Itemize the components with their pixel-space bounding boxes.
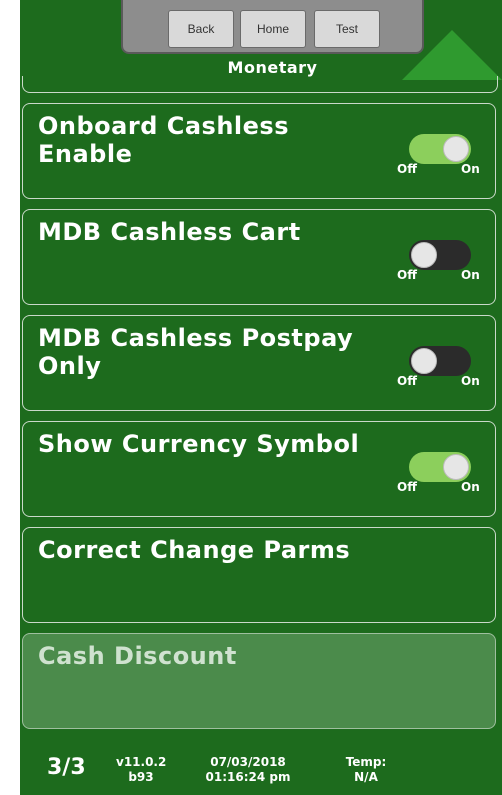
time-text: 01:16:24 pm	[205, 770, 291, 784]
toggle-knob	[443, 454, 469, 480]
toggle-on-label: On	[461, 162, 480, 176]
setting-label: MDB Cashless Cart	[38, 218, 301, 246]
toggle-off-label: Off	[397, 162, 417, 176]
toggle-off-label: Off	[397, 374, 417, 388]
setting-label: Onboard Cashless Enable	[38, 112, 289, 168]
setting-correct-change-parms[interactable]: Correct Change Parms	[22, 527, 496, 623]
previous-item-edge[interactable]	[22, 76, 498, 93]
toggle-switch[interactable]	[409, 346, 471, 376]
toggle-knob	[411, 348, 437, 374]
toggle-off-label: Off	[397, 268, 417, 282]
date-text: 07/03/2018	[210, 755, 286, 769]
toggle-knob	[443, 136, 469, 162]
status-footer: 3/3 v11.0.2 b93 07/03/2018 01:16:24 pm T…	[20, 735, 502, 795]
build-text: b93	[128, 770, 154, 784]
toggle-switch[interactable]	[409, 240, 471, 270]
toggle-switch[interactable]	[409, 452, 471, 482]
setting-label: Correct Change Parms	[38, 536, 351, 564]
setting-show-currency-symbol[interactable]: Show Currency Symbol Off On	[22, 421, 496, 517]
toggle-on-label: On	[461, 268, 480, 282]
setting-label: MDB Cashless Postpay Only	[38, 324, 354, 380]
setting-cash-discount[interactable]: Cash Discount	[22, 633, 496, 729]
home-button[interactable]: Home	[240, 10, 306, 48]
temp-value: N/A	[354, 770, 378, 784]
toggle-knob	[411, 242, 437, 268]
screen: Back Home Test Monetary Onboard Cashless…	[20, 0, 502, 795]
setting-onboard-cashless-enable[interactable]: Onboard Cashless Enable Off On	[22, 103, 496, 199]
setting-mdb-cashless-cart[interactable]: MDB Cashless Cart Off On	[22, 209, 496, 305]
toggle-off-label: Off	[397, 480, 417, 494]
toggle-on-label: On	[461, 374, 480, 388]
page-title: Monetary	[227, 58, 318, 77]
setting-label: Show Currency Symbol	[38, 430, 360, 458]
version-text: v11.0.2	[116, 755, 167, 769]
temp-label: Temp:	[345, 755, 387, 769]
temperature-info: Temp: N/A	[336, 755, 396, 785]
datetime-info: 07/03/2018 01:16:24 pm	[198, 755, 298, 785]
version-info: v11.0.2 b93	[116, 755, 166, 785]
toggle-on-label: On	[461, 480, 480, 494]
toggle-switch[interactable]	[409, 134, 471, 164]
nav-panel: Back Home Test	[121, 0, 424, 54]
page-indicator: 3/3	[47, 755, 86, 780]
back-button[interactable]: Back	[168, 10, 234, 48]
setting-mdb-cashless-postpay-only[interactable]: MDB Cashless Postpay Only Off On	[22, 315, 496, 411]
test-button[interactable]: Test	[314, 10, 380, 48]
triangle-up-icon[interactable]	[402, 30, 502, 80]
setting-label: Cash Discount	[38, 642, 237, 670]
